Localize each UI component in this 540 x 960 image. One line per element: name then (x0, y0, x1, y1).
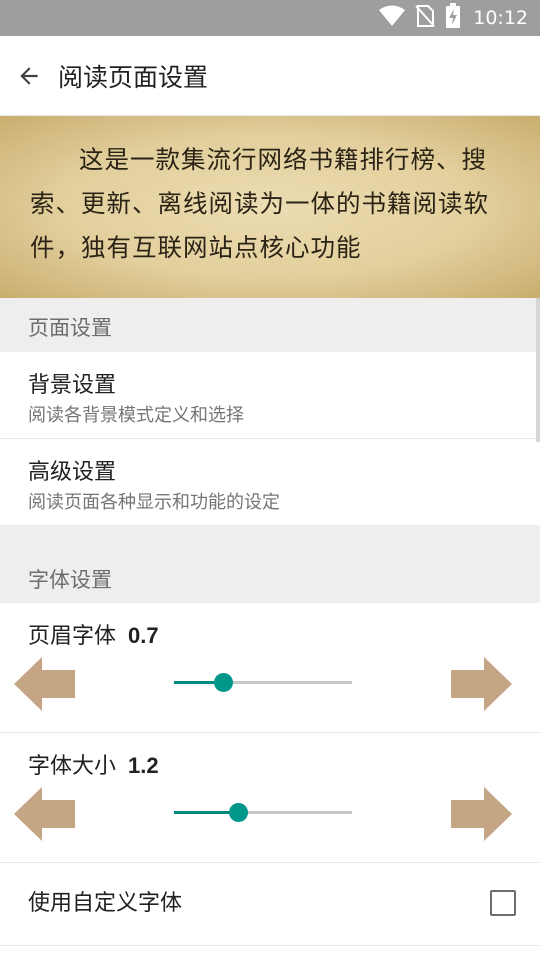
font-size-label: 字体大小 1.2 (28, 748, 159, 780)
increase-font-size-button[interactable] (450, 786, 514, 842)
no-sim-icon (415, 4, 435, 32)
font-size-slider[interactable] (174, 803, 352, 822)
slider-value: 1.2 (128, 753, 159, 778)
status-time: 10:12 (473, 7, 528, 29)
header-font-slider[interactable] (174, 673, 352, 692)
increase-header-font-button[interactable] (450, 656, 514, 712)
decrease-header-font-button[interactable] (12, 656, 76, 712)
scrollbar[interactable] (536, 298, 540, 442)
status-bar: 10:12 (0, 0, 540, 36)
wifi-icon (379, 5, 406, 31)
battery-charging-icon (445, 3, 461, 33)
advanced-settings-item[interactable]: 高级设置 阅读页面各种显示和功能的设定 (0, 439, 540, 525)
pref-summary: 阅读各背景模式定义和选择 (28, 405, 244, 426)
reading-preview: 这是一款集流行网络书籍排行榜、搜索、更新、离线阅读为一体的书籍阅读软件，独有互联… (0, 116, 540, 298)
pref-title: 高级设置 (28, 460, 117, 485)
status-icons: 10:12 (379, 0, 528, 36)
slider-thumb[interactable] (214, 673, 234, 692)
preview-text: 这是一款集流行网络书籍排行榜、搜索、更新、离线阅读为一体的书籍阅读软件，独有互联… (30, 145, 489, 262)
back-button[interactable] (0, 36, 58, 116)
custom-font-checkbox[interactable] (490, 890, 516, 916)
slider-thumb[interactable] (228, 803, 248, 822)
pref-title: 背景设置 (28, 373, 117, 398)
slider-label-text: 页眉字体 (28, 624, 117, 649)
slider-label-text: 字体大小 (28, 754, 117, 779)
custom-font-item[interactable]: 使用自定义字体 (0, 863, 540, 945)
divider (0, 945, 540, 946)
section-header-page: 页面设置 (0, 298, 540, 352)
pref-title: 使用自定义字体 (28, 891, 183, 916)
slider-value: 0.7 (128, 623, 159, 648)
arrow-back-icon (20, 66, 38, 85)
page-title: 阅读页面设置 (58, 62, 209, 92)
pref-summary: 阅读页面各种显示和功能的设定 (28, 492, 280, 513)
header-font-label: 页眉字体 0.7 (28, 618, 159, 650)
section-header-font: 字体设置 (0, 525, 540, 603)
background-settings-item[interactable]: 背景设置 阅读各背景模式定义和选择 (0, 352, 540, 438)
divider (0, 732, 540, 733)
app-bar: 阅读页面设置 (0, 36, 540, 116)
decrease-font-size-button[interactable] (12, 786, 76, 842)
